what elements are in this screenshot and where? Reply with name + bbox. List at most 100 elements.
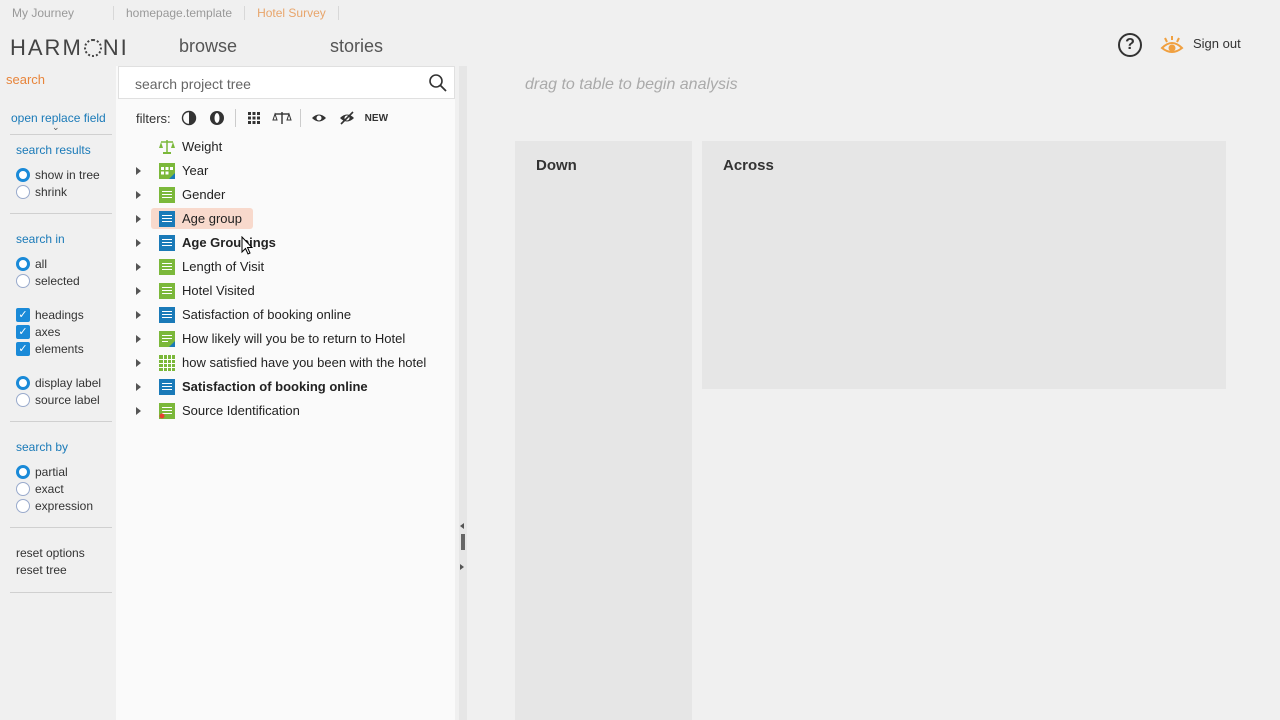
mouse-cursor-icon xyxy=(241,236,253,255)
radio-icon[interactable] xyxy=(16,481,30,496)
grid-green-icon xyxy=(159,355,175,371)
radio-expression[interactable]: expression xyxy=(16,497,93,514)
search-results-heading: search results xyxy=(16,143,91,157)
search-project-tree-input[interactable] xyxy=(135,74,415,94)
radio-icon[interactable] xyxy=(16,167,30,182)
filter-weight-icon[interactable] xyxy=(271,110,292,126)
filter-half-circle-icon[interactable] xyxy=(179,110,199,126)
tree-item-label: Age Groupings xyxy=(182,235,276,250)
radio-exact[interactable]: exact xyxy=(16,480,64,497)
breadcrumb-my-journey[interactable]: My Journey xyxy=(0,5,114,20)
radio-icon[interactable] xyxy=(16,464,30,479)
checkbox-axes[interactable]: ✓ axes xyxy=(16,323,60,340)
app-header: HARM NI browse stories ? Sign out xyxy=(0,25,1280,66)
checkbox-elements[interactable]: ✓ elements xyxy=(16,340,84,357)
filter-new-button[interactable]: NEW xyxy=(365,113,388,124)
expand-arrow-icon[interactable] xyxy=(136,215,141,223)
divider xyxy=(299,109,301,127)
breadcrumb-homepage-template[interactable]: homepage.template xyxy=(114,5,246,20)
list-green-icon xyxy=(159,187,175,203)
tree-item-label: Age group xyxy=(182,211,242,226)
harmoni-logo[interactable]: HARM NI xyxy=(10,35,129,61)
list-green-icon xyxy=(159,403,175,419)
expand-arrow-icon[interactable] xyxy=(136,167,141,175)
expand-arrow-icon[interactable] xyxy=(136,311,141,319)
expand-arrow-icon[interactable] xyxy=(136,335,141,343)
tree-item-label: How likely will you be to return to Hote… xyxy=(182,331,406,346)
search-icon[interactable] xyxy=(428,73,448,93)
down-drop-zone[interactable]: Down xyxy=(515,141,692,720)
tree-item-label: Satisfaction of booking online xyxy=(182,307,352,322)
tree-item-length-of-visit[interactable]: Length of Visit xyxy=(116,255,455,279)
radio-selected[interactable]: selected xyxy=(16,272,80,289)
across-drop-zone[interactable]: Across xyxy=(702,141,1226,389)
collapse-left-icon[interactable] xyxy=(460,523,464,529)
radio-partial[interactable]: partial xyxy=(16,463,68,480)
expand-arrow-icon[interactable] xyxy=(136,191,141,199)
list-green-icon xyxy=(159,259,175,275)
expand-arrow-icon[interactable] xyxy=(136,263,141,271)
chevron-down-icon[interactable]: ⌄ xyxy=(52,122,60,133)
expand-arrow-icon[interactable] xyxy=(136,407,141,415)
checkbox-checked-icon[interactable]: ✓ xyxy=(16,324,30,339)
calendar-grid-icon xyxy=(159,163,175,179)
tree-item-age-groupings[interactable]: Age Groupings xyxy=(116,231,455,255)
breadcrumb: My Journey homepage.template Hotel Surve… xyxy=(0,0,1280,25)
radio-shrink[interactable]: shrink xyxy=(16,183,67,200)
tree-item-hotel-visited[interactable]: Hotel Visited xyxy=(116,279,455,303)
radio-display-label[interactable]: display label xyxy=(16,374,101,391)
list-blue-icon xyxy=(159,211,175,227)
reset-options-link[interactable]: reset options xyxy=(16,546,85,560)
tree-item-how-satisfied[interactable]: how satisfied have you been with the hot… xyxy=(116,351,455,375)
radio-icon[interactable] xyxy=(16,184,30,199)
breadcrumb-hotel-survey[interactable]: Hotel Survey xyxy=(245,5,339,20)
expand-arrow-icon[interactable] xyxy=(136,359,141,367)
across-label: Across xyxy=(723,157,774,174)
tree-item-weight[interactable]: Weight xyxy=(116,135,455,159)
expand-arrow-icon[interactable] xyxy=(136,239,141,247)
list-blue-icon xyxy=(159,379,175,395)
search-by-heading: search by xyxy=(16,440,69,454)
radio-show-in-tree[interactable]: show in tree xyxy=(16,166,100,183)
splitter-grip[interactable] xyxy=(461,534,465,550)
panel-splitter[interactable] xyxy=(459,66,467,720)
list-blue-icon xyxy=(159,235,175,251)
tree-item-gender[interactable]: Gender xyxy=(116,183,455,207)
radio-icon[interactable] xyxy=(16,256,30,271)
divider xyxy=(234,109,236,127)
tree-item-source-identification[interactable]: Source Identification xyxy=(116,399,455,423)
tree-item-satisfaction-booking-online[interactable]: Satisfaction of booking online xyxy=(116,303,455,327)
tree-item-likely-return[interactable]: How likely will you be to return to Hote… xyxy=(116,327,455,351)
radio-icon[interactable] xyxy=(16,375,30,390)
tree-item-label: Source Identification xyxy=(182,403,300,418)
reset-tree-link[interactable]: reset tree xyxy=(16,563,67,577)
radio-icon[interactable] xyxy=(16,498,30,513)
tree-item-age-group[interactable]: Age group xyxy=(116,207,455,231)
radio-all[interactable]: all xyxy=(16,255,47,272)
radio-icon[interactable] xyxy=(16,392,30,407)
tree-item-year[interactable]: Year xyxy=(116,159,455,183)
checkbox-headings[interactable]: ✓ headings xyxy=(16,306,84,323)
sign-out-link[interactable]: Sign out xyxy=(1193,36,1241,51)
tree-item-satisfaction-booking-online-bold[interactable]: Satisfaction of booking online xyxy=(116,375,455,399)
filter-filled-circle-icon[interactable] xyxy=(207,110,227,126)
nav-stories[interactable]: stories xyxy=(330,36,383,57)
nav-browse[interactable]: browse xyxy=(179,36,237,57)
filter-grid-icon[interactable] xyxy=(244,110,264,126)
expand-arrow-icon[interactable] xyxy=(136,383,141,391)
checkbox-checked-icon[interactable]: ✓ xyxy=(16,307,30,322)
divider xyxy=(10,527,112,528)
expand-arrow-icon[interactable] xyxy=(136,287,141,295)
tree-item-label: Weight xyxy=(182,139,223,154)
expand-right-icon[interactable] xyxy=(460,564,464,570)
project-tree-panel: filters: xyxy=(116,66,455,720)
eye-icon[interactable] xyxy=(1160,34,1184,56)
project-tree: Weight Year Gender Age group Age Groupin… xyxy=(116,135,455,423)
radio-source-label[interactable]: source label xyxy=(16,391,100,408)
list-blue-icon xyxy=(159,307,175,323)
help-icon[interactable]: ? xyxy=(1118,33,1142,57)
radio-icon[interactable] xyxy=(16,273,30,288)
filter-hide-icon[interactable] xyxy=(337,110,357,126)
checkbox-checked-icon[interactable]: ✓ xyxy=(16,341,30,356)
filter-show-icon[interactable] xyxy=(309,110,329,126)
